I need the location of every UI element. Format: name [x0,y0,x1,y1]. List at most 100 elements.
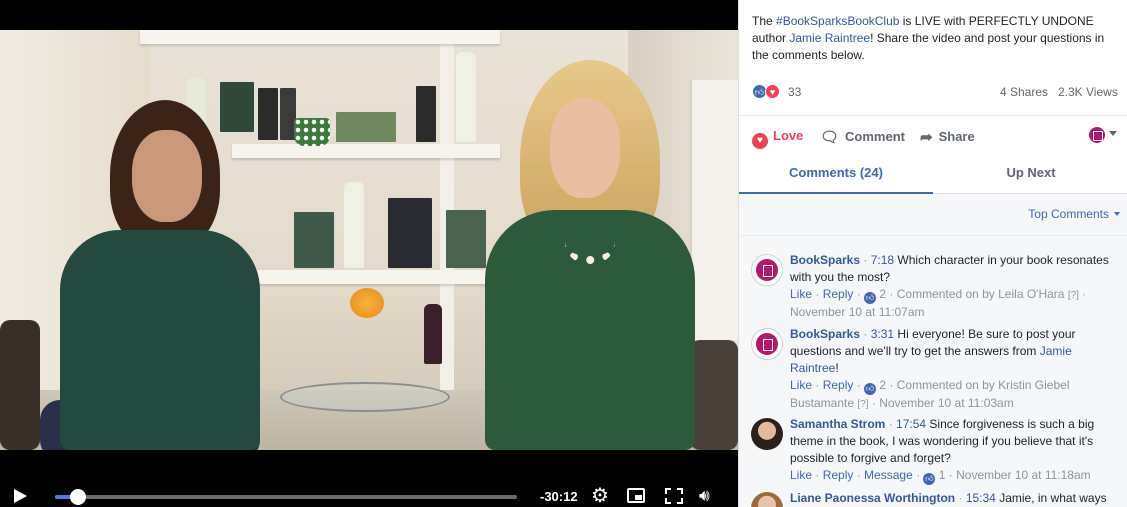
shares-count[interactable]: 4 Shares [1000,85,1048,99]
comment-date[interactable]: November 10 at 11:07am [790,305,925,319]
avatar[interactable] [751,492,783,507]
love-label: Love [773,128,804,143]
scrubber-handle[interactable] [70,489,87,505]
comments-feed: Top Comments BookSparks · 7:18 Which cha… [739,194,1127,507]
comment-body: BookSparks · 3:31 Hi everyone! Be sure t… [790,326,1120,413]
time-remaining: -30:12 [540,489,578,504]
reply-link[interactable]: Reply [823,468,854,482]
chair [0,320,40,450]
avatar[interactable] [751,328,783,360]
panel-tabs: Comments (24) Up Next [739,158,1127,194]
book [294,212,334,268]
heart-icon: ♥ [765,84,780,99]
reaction-count[interactable]: 33 [788,85,801,99]
post-text-part: The [752,14,777,28]
book [336,112,396,142]
comment-author[interactable]: BookSparks [790,253,860,267]
avatar[interactable] [751,418,783,450]
page-selector-avatar[interactable] [1089,127,1105,143]
like-link[interactable]: Like [790,378,812,392]
chevron-down-icon[interactable] [1109,131,1117,136]
comment-author[interactable]: Liane Paonessa Worthington [790,491,955,505]
share-button[interactable]: ➦ Share [920,128,975,146]
help-link[interactable]: [?] [857,399,868,410]
share-label: Share [938,129,975,144]
reply-link[interactable]: Reply [823,378,854,392]
author-link[interactable]: Jamie Raintree [789,31,870,45]
love-button[interactable]: ♥ Love [752,128,803,149]
comment-icon: 🗨︎ [820,129,840,146]
video-frame[interactable] [0,30,738,450]
views-count: 2.3K Views [1058,85,1118,99]
comment-timestamp-sep: · [863,327,868,341]
bottle [344,182,364,268]
commented-by-name: Bustamante [790,396,855,410]
comment-meta: Like · Reply · 👍︎ 2 · Commented on by Le… [790,287,1087,319]
comment-timestamp-sep: · [958,491,963,505]
comment-video-timestamp[interactable]: 17:54 [896,417,926,431]
post-text: The #BookSparksBookClub is LIVE with PER… [752,13,1122,64]
post-panel: The #BookSparksBookClub is LIVE with PER… [738,0,1127,507]
comment-author[interactable]: Samantha Strom [790,417,885,431]
comment-meta: Like · Reply · Message · 👍︎ 1 · November… [790,468,1091,485]
comment-timestamp-sep: · [863,253,868,267]
comment-video-timestamp[interactable]: 7:18 [871,253,894,267]
mug [294,118,330,146]
torso [60,230,260,450]
reaction-count[interactable]: 2 [879,287,886,301]
like-icon: 👍︎ [864,292,877,304]
book [388,198,432,268]
play-icon[interactable] [14,489,27,503]
fullscreen-icon[interactable] [665,488,683,504]
tab-comments[interactable]: Comments (24) [739,158,933,194]
comment-meta: Like · Reply · 👍︎ 2 · Commented on by Kr… [790,378,1070,410]
avatar[interactable] [751,254,783,286]
post-stats: 👍︎ ♥ 33 4 Shares 2.3K Views [752,83,1120,101]
video-controls: -30:12 ⚙ 🔊︎ [0,480,738,507]
comment-body: Samantha Strom · 17:54 Since forgiveness… [790,416,1120,485]
comment-label: Comment [845,129,905,144]
hashtag-link[interactable]: #BookSparksBookClub [776,14,899,28]
like-icon: 👍︎ [864,383,877,395]
commented-by: Commented on by Leila O'Hara [896,287,1065,301]
post-actions: ♥ Love 🗨︎ Comment ➦ Share [739,115,1127,155]
reaction-icons[interactable]: 👍︎ ♥ [752,83,786,100]
face [132,130,202,222]
shelf [140,30,500,44]
commented-by: Commented on by Kristin Giebel [896,378,1070,392]
like-link[interactable]: Like [790,287,812,301]
picture-in-picture-icon[interactable] [627,488,645,503]
reaction-count[interactable]: 1 [939,468,946,482]
comment-text: ! [835,361,839,375]
like-link[interactable]: Like [790,468,812,482]
guest-right [430,60,730,450]
volume-icon[interactable]: 🔊︎ [699,487,710,504]
comment-author[interactable]: BookSparks [790,327,860,341]
flower [350,288,384,318]
comment-video-timestamp[interactable]: 15:34 [966,491,996,505]
comment-video-timestamp[interactable]: 3:31 [871,327,894,341]
reaction-count[interactable]: 2 [879,378,886,392]
reply-link[interactable]: Reply [823,287,854,301]
face [550,98,620,198]
sort-comments-dropdown[interactable]: Top Comments [1028,207,1120,221]
heart-icon: ♥ [752,133,768,149]
comment-text: Jamie, in what ways [999,491,1107,505]
divider [739,235,1127,236]
like-icon: 👍︎ [923,473,936,485]
comment-date[interactable]: November 10 at 11:03am [879,396,1014,410]
host-left [40,100,270,450]
comment-body: Liane Paonessa Worthington · 15:34 Jamie… [790,490,1120,507]
comment-date[interactable]: November 10 at 11:18am [956,468,1091,482]
help-link[interactable]: [?] [1068,290,1079,301]
tab-up-next[interactable]: Up Next [934,158,1127,194]
message-link[interactable]: Message [864,468,913,482]
progress-bar[interactable] [55,489,517,505]
share-icon: ➦ [920,129,933,146]
gear-icon[interactable]: ⚙ [591,486,609,506]
comment-button[interactable]: 🗨︎ Comment [820,128,905,146]
video-player[interactable]: -30:12 ⚙ 🔊︎ [0,0,738,507]
comment-body: BookSparks · 7:18 Which character in you… [790,252,1120,321]
side-table [280,382,450,412]
comment-timestamp-sep: · [888,417,893,431]
